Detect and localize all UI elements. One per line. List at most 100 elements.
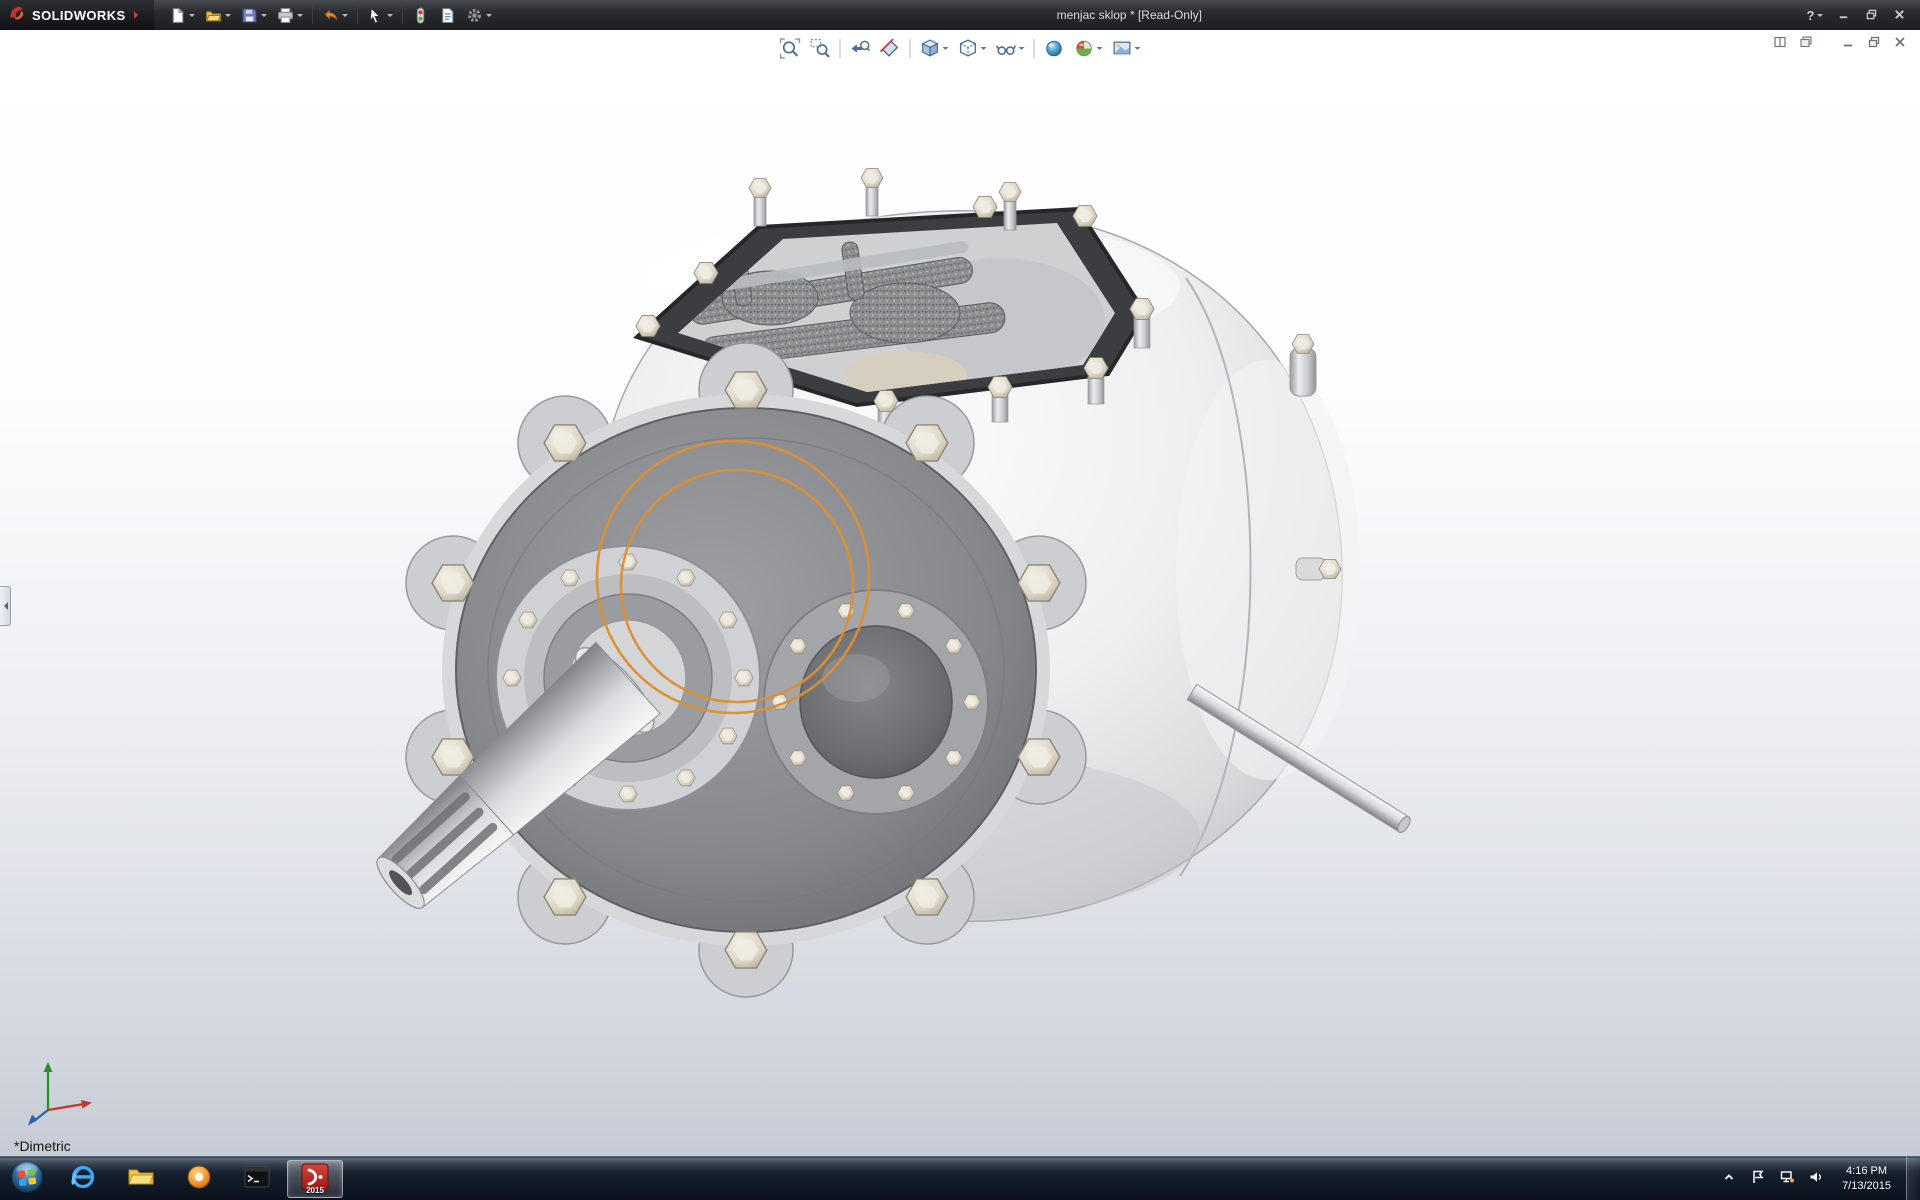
chevron-up-icon [1721,1169,1737,1188]
doc-minimize-button[interactable] [1838,34,1858,52]
doc-close-button[interactable] [1890,34,1910,52]
document-window-controls [1770,34,1910,52]
dropdown-arrow-icon [981,47,987,53]
featuremanager-collapsed-tab[interactable] [0,586,11,626]
dropdown-arrow-icon [189,14,195,20]
section-view-button[interactable] [876,35,905,61]
dropdown-arrow-icon [1097,47,1103,53]
doc-restore-button[interactable] [1864,34,1884,52]
undo-arrow-icon [322,7,339,24]
windows-start-orb-icon [9,1159,45,1198]
graphics-area[interactable]: *Dimetric [0,30,1920,1156]
taskbar-clock[interactable]: 4:16 PM 7/13/2015 [1834,1164,1899,1193]
solidworks-menu[interactable]: SOLIDWORKS [0,0,154,30]
dropdown-arrow-icon [943,47,949,53]
display-style-icon [958,38,979,59]
tile-panes-button[interactable] [1770,34,1790,52]
taskbar-internet-explorer[interactable] [55,1160,111,1198]
toolbar-separator [840,39,841,58]
file-properties-button[interactable] [435,3,460,27]
zoom-to-fit-button[interactable] [776,35,805,61]
options-button[interactable] [462,3,496,27]
dropdown-arrow-icon [1817,14,1823,20]
volume-button[interactable] [1805,1164,1827,1194]
action-center-button[interactable] [1747,1164,1769,1194]
view-orientation-cube-icon [920,38,941,59]
menu-expand-arrow-icon[interactable] [134,11,142,19]
zoom-to-area-icon [810,38,831,59]
hide-show-items-button[interactable] [992,35,1029,61]
zoom-to-area-button[interactable] [806,35,835,61]
taskbar-media-player[interactable] [171,1160,227,1198]
toolbar-separator [312,6,313,24]
zoom-to-fit-icon [780,38,801,59]
taskbar-command-prompt[interactable] [229,1160,285,1198]
clock-time: 4:16 PM [1842,1164,1891,1178]
printer-icon [277,7,294,24]
minimize-button[interactable] [1830,4,1856,26]
flag-icon [1750,1169,1766,1188]
window-title: menjac sklop * [Read-Only] [497,8,1802,22]
brand-name: SOLIDWORKS [32,8,126,23]
previous-view-icon [850,38,871,59]
save-disk-icon [241,7,258,24]
open-button[interactable] [201,3,235,27]
dropdown-arrow-icon [225,14,231,20]
internet-explorer-icon [68,1162,98,1195]
taskbar-windows-explorer[interactable] [113,1160,169,1198]
dropdown-arrow-icon [486,14,492,20]
section-view-icon [880,38,901,59]
print-button[interactable] [273,3,307,27]
standard-toolbar [154,0,497,30]
solidworks-window: SOLIDWORKS [0,0,1920,1200]
help-button[interactable]: ? [1802,4,1828,26]
previous-view-button[interactable] [846,35,875,61]
rebuild-button[interactable] [408,3,433,27]
undo-button[interactable] [318,3,352,27]
orientation-label: *Dimetric [14,1138,71,1154]
save-button[interactable] [237,3,271,27]
restore-button[interactable] [1858,4,1884,26]
edit-appearance-button[interactable] [1040,35,1069,61]
open-folder-icon [205,7,222,24]
display-style-button[interactable] [954,35,991,61]
file-properties-icon [439,7,456,24]
system-tray: 4:16 PM 7/13/2015 [1718,1157,1920,1200]
minimize-icon [1838,8,1849,23]
tile-panes-icon [1774,36,1786,51]
close-button[interactable] [1886,4,1912,26]
network-icon [1779,1169,1795,1188]
apply-scene-sphere-icon [1074,38,1095,59]
apply-scene-button[interactable] [1070,35,1107,61]
dropdown-arrow-icon [297,14,303,20]
speaker-icon [1808,1169,1824,1188]
rebuild-stoplight-icon [412,7,429,24]
view-settings-button[interactable] [1108,35,1145,61]
solidworks-app-icon [300,1162,330,1195]
show-hidden-icons-button[interactable] [1718,1164,1740,1194]
new-document-icon [169,7,186,24]
toolbar-separator [357,6,358,24]
solidworks-logo-icon [8,4,26,27]
dropdown-arrow-icon [261,14,267,20]
dropdown-arrow-icon [387,14,393,20]
new-button[interactable] [165,3,199,27]
view-orientation-button[interactable] [916,35,953,61]
cascade-panes-icon [1800,36,1812,51]
gearbox-model[interactable] [0,30,1920,1156]
cascade-panes-button[interactable] [1796,34,1816,52]
windows-taskbar: 2015 4:16 PM 7/13/2015 [0,1156,1920,1200]
select-cursor-icon [367,7,384,24]
orientation-triad [26,1052,100,1126]
dropdown-arrow-icon [1019,47,1025,53]
flyout-arrow-icon [0,602,8,610]
select-button[interactable] [363,3,397,27]
start-button[interactable] [0,1157,54,1200]
clock-date: 7/13/2015 [1842,1179,1891,1193]
show-desktop-button[interactable] [1906,1157,1920,1200]
taskbar-solidworks-2015[interactable]: 2015 [287,1160,343,1198]
edit-appearance-sphere-icon [1044,38,1065,59]
restore-icon [1866,8,1877,23]
doc-close-icon [1894,36,1906,51]
network-status-button[interactable] [1776,1164,1798,1194]
